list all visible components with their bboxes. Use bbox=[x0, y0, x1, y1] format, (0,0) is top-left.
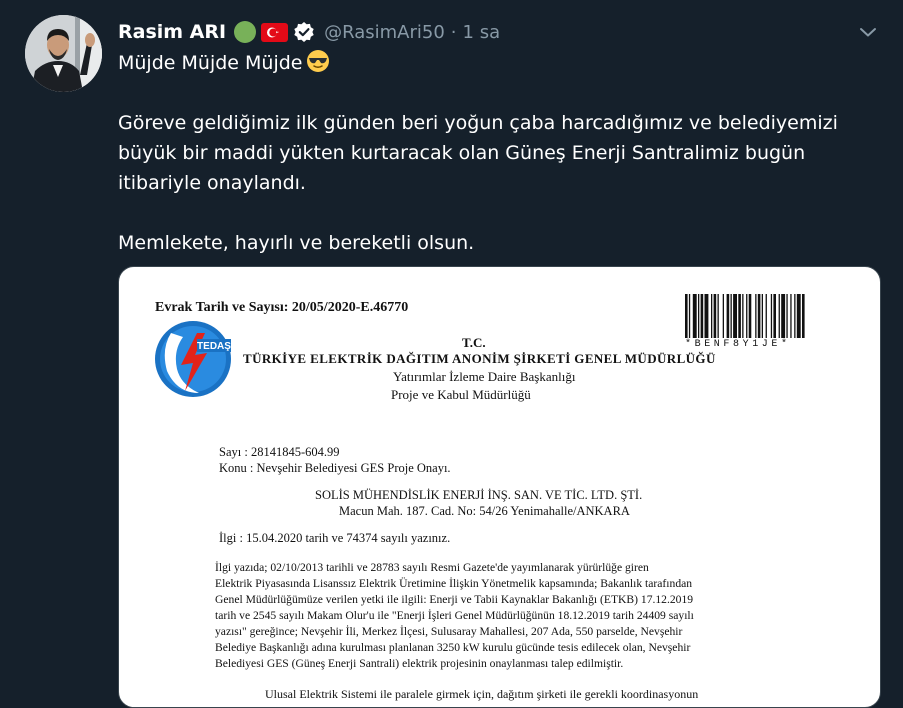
tedas-logo: TEDAŞ bbox=[151, 319, 235, 399]
tweet-time[interactable]: 1 sa bbox=[463, 22, 501, 43]
document-subject: Konu : Nevşehir Belediyesi GES Proje Ona… bbox=[219, 461, 451, 475]
chevron-down-icon[interactable] bbox=[856, 20, 880, 44]
turkey-flag-icon bbox=[261, 22, 289, 42]
barcode-graphic bbox=[685, 294, 805, 338]
author-name[interactable]: Rasim ARI bbox=[118, 21, 226, 43]
company-name: TÜRKİYE ELEKTRİK DAĞITIM ANONİM ŞİRKETİ … bbox=[243, 351, 716, 366]
attached-image[interactable]: Evrak Tarih ve Sayısı: 20/05/2020-E.4677… bbox=[118, 266, 881, 708]
reference-line: İlgi : 15.04.2020 tarih ve 74374 sayılı … bbox=[219, 531, 451, 545]
body-line: Genel Müdürlüğümüze verilen yetki ile il… bbox=[215, 593, 694, 606]
body-line: tarih ve 2545 sayılı Makam Olur'u ile "E… bbox=[215, 609, 694, 622]
tweet-header: Rasim ARI @RasimAri50 · 1 sa bbox=[118, 17, 500, 47]
tweet-line: itibariyle onaylandı. bbox=[118, 172, 306, 194]
department: Yatırımlar İzleme Daire Başkanlığı bbox=[393, 369, 576, 384]
recipient-name: SOLİS MÜHENDİSLİK ENERJİ İNŞ. SAN. VE Tİ… bbox=[315, 488, 643, 502]
barcode-text: *BENF8Y1JE* bbox=[685, 339, 791, 350]
logo-text: TEDAŞ bbox=[197, 341, 231, 352]
tweet-line: Göreve geldiğimiz ilk günden beri yoğun … bbox=[118, 112, 838, 134]
body-line: yazısı" gereğince; Nevşehir İli, Merkez … bbox=[215, 625, 683, 638]
tc-heading: T.C. bbox=[462, 335, 486, 350]
tweet-line: büyük bir maddi yükten kurtaracak olan G… bbox=[118, 142, 806, 164]
separator-dot: · bbox=[450, 21, 457, 43]
body-line: Elektrik Piyasasında Lisanssız Elektrik … bbox=[215, 577, 693, 590]
tweet-line: Memlekete, hayırlı ve bereketli olsun. bbox=[118, 232, 475, 254]
author-handle[interactable]: @RasimAri50 bbox=[324, 22, 445, 43]
barcode bbox=[685, 294, 851, 342]
document-scan: Evrak Tarih ve Sayısı: 20/05/2020-E.4677… bbox=[119, 267, 880, 707]
recipient-address: Macun Mah. 187. Cad. No: 54/26 Yenimahal… bbox=[339, 504, 630, 518]
document-number: Sayı : 28141845-604.99 bbox=[219, 445, 340, 459]
tweet-text: Müjde Müjde Müjde Göreve geldiğimiz ilk … bbox=[118, 48, 888, 258]
document-reference: Evrak Tarih ve Sayısı: 20/05/2020-E.4677… bbox=[155, 300, 409, 315]
body-line: İlgi yazıda; 02/10/2013 tarihli ve 28783… bbox=[215, 561, 649, 574]
sub-department: Proje ve Kabul Müdürlüğü bbox=[391, 387, 531, 402]
avatar-photo bbox=[25, 15, 102, 92]
green-circle-icon bbox=[234, 21, 257, 43]
tweet-line: Müjde Müjde Müjde bbox=[118, 52, 303, 74]
body-line: Belediyesi GES (Güneş Enerji Santrali) e… bbox=[215, 657, 624, 670]
avatar[interactable] bbox=[25, 15, 102, 92]
body-line-cut: Ulusal Elektrik Sistemi ile paralele gir… bbox=[265, 687, 699, 701]
verified-badge-icon bbox=[293, 21, 315, 43]
document-body: İlgi yazıda; 02/10/2013 tarihli ve 28783… bbox=[215, 560, 781, 672]
body-line: Belediye Başkanlığı adına kurulması plan… bbox=[215, 641, 691, 654]
sunglasses-icon bbox=[306, 49, 330, 73]
